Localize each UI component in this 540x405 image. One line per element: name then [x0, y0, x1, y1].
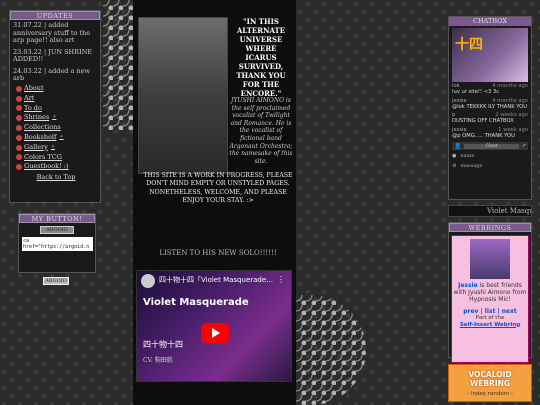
nav-item-about[interactable]: About — [16, 84, 96, 94]
chat-clear-label[interactable]: Clear — [464, 143, 519, 149]
heart-icon — [16, 144, 22, 151]
nav-label: Gallery — [24, 142, 48, 151]
webring-nav-links[interactable]: prev | list | next — [452, 308, 528, 315]
listen-heading: LISTEN TO HIS NEW SOLO!!!!!! — [159, 249, 277, 257]
nav-label: About — [24, 84, 44, 92]
webring-description: Jessie is best friends with Jyushi Aimon… — [453, 282, 527, 303]
nav-item-gallery[interactable]: Gallery ✧ — [16, 143, 96, 153]
site-nav: About Art To do Shrines ✧ Collections Boo… — [10, 82, 100, 183]
nav-label: Art — [24, 93, 35, 102]
heart-icon — [16, 105, 22, 112]
heart-icon — [16, 115, 22, 122]
updates-header: UPDATES — [10, 11, 100, 20]
chat-name-field[interactable]: ● name — [452, 152, 528, 160]
heart-icon — [16, 125, 22, 132]
chatbox-banner-image: 十四 — [452, 28, 528, 82]
wip-notice: THIS SITE IS A WORK IN PROGRESS, PLEASE … — [143, 172, 293, 205]
update-entry: 31.07.22 | added anniversary stuff to th… — [13, 21, 91, 44]
update-entry: 23.03.22 | JUN SHRINE ADDED!! — [13, 47, 93, 63]
person-icon: ● — [452, 153, 457, 160]
nav-item-shrines[interactable]: Shrines ✧ — [16, 113, 96, 123]
back-to-top-link[interactable]: Back to Top — [16, 173, 96, 183]
webrings-box: WEBRINGS Jessie is best friends with Jyu… — [448, 222, 532, 363]
external-link-icon[interactable]: ↗ — [522, 143, 526, 149]
nav-label: Bookshelf — [24, 132, 57, 141]
chat-message: lok 4 months ago luv ur site!! <3 3c — [452, 83, 528, 96]
play-button-icon[interactable] — [201, 323, 229, 343]
heart-icon — [16, 154, 22, 161]
channel-avatar[interactable] — [141, 274, 155, 288]
heart-icon — [16, 164, 22, 171]
nav-item-todo[interactable]: To do — [16, 104, 96, 114]
chatbox-header: CHATBOX — [449, 17, 531, 26]
youtube-embed[interactable]: 四十物十四「Violet Masquerade… ⋮ Violet Masque… — [136, 270, 292, 382]
video-thumbnail-name: 四十物十四 — [143, 340, 183, 349]
sparkle-icon: ✧ — [59, 133, 64, 140]
nav-label: Colors TCG — [24, 152, 62, 161]
nav-label: Collections — [24, 123, 61, 132]
chatbox: CHATBOX 十四 lok 4 months ago luv ur site!! … — [448, 16, 532, 200]
small-site-button[interactable]: ARGOID — [43, 277, 69, 285]
nav-item-guestbook[interactable]: Guestbook! :) — [16, 162, 96, 172]
nav-item-colors-tcg[interactable]: Colors TCG — [16, 153, 96, 163]
more-options-icon[interactable]: ⋮ — [277, 275, 285, 284]
updates-list[interactable]: 31.07.22 | added anniversary stuff to th… — [10, 20, 100, 82]
chat-message: jessie 1 week ago @p OMG..... THANK YOU — [452, 126, 528, 140]
nav-label: Guestbook! :) — [24, 162, 69, 171]
webrings-header: WEBRINGS — [449, 223, 531, 232]
video-thumbnail-title: Violet Masquerade — [143, 297, 249, 308]
chatbox-banner-text: 十四 — [455, 37, 483, 53]
nav-item-art[interactable]: Art — [16, 94, 96, 104]
heart-icon — [16, 134, 22, 141]
sparkle-icon: ✧ — [50, 143, 56, 150]
lace-decoration-mid — [296, 295, 366, 405]
self-insert-webring: Jessie is best friends with Jyushi Aimon… — [451, 235, 529, 363]
nav-label: To do — [24, 103, 42, 112]
chat-message: p2 weeks ago DUSTING OFF CHATBOX — [452, 112, 528, 125]
heart-icon — [16, 95, 22, 102]
nav-label: Shrines — [24, 113, 50, 122]
user-icon[interactable]: 👤 — [454, 143, 461, 150]
lace-decoration-left — [103, 0, 135, 130]
intro-quote: "IN THIS ALTERNATE UNIVERSE WHERE ICARUS… — [236, 17, 286, 98]
update-entry: 24.03.22 | added a new arb — [13, 66, 91, 82]
my-button-box: MY BUTTON! ARGOID <a href="https://argoi… — [18, 213, 96, 273]
vocaloid-webring[interactable]: VOCALOID WEBRING ‹ index random › — [448, 364, 532, 402]
music-player-bar[interactable]: Violet Masquerade — [448, 205, 532, 217]
chat-message-field[interactable]: ⚙ message — [452, 162, 528, 170]
vocaloid-webring-title: VOCALOID WEBRING — [468, 370, 512, 388]
button-code-field[interactable]: <a href="https://argoid.n — [22, 237, 93, 251]
character-bio: JYUSHI AIMONO is the self proclaimed voc… — [229, 97, 293, 165]
webring-character-image — [470, 239, 510, 279]
gear-icon: ⚙ — [452, 163, 457, 170]
site-button-image[interactable]: ARGOID — [40, 226, 74, 234]
chat-message: jessie 4 months ago @lok TEKKKK ILY THANK … — [452, 97, 528, 110]
character-portrait — [138, 17, 228, 174]
left-sidebar: UPDATES 31.07.22 | added anniversary stu… — [9, 10, 101, 203]
sparkle-icon: ✧ — [52, 114, 57, 121]
video-title[interactable]: 四十物十四「Violet Masquerade… — [159, 275, 273, 285]
video-thumbnail-cv: CV. 駒田航 — [143, 357, 173, 364]
heart-icon — [16, 85, 22, 92]
nav-item-collections[interactable]: Collections — [16, 123, 96, 133]
my-button-header: MY BUTTON! — [19, 214, 95, 223]
nav-item-bookshelf[interactable]: Bookshelf ✧ — [16, 133, 96, 143]
chat-toolbar: 👤 Clear ↗ — [452, 142, 528, 151]
vocaloid-webring-links[interactable]: ‹ index random › — [449, 391, 531, 397]
webring-part-of: Part of the Self-Insert Webring — [459, 315, 521, 328]
